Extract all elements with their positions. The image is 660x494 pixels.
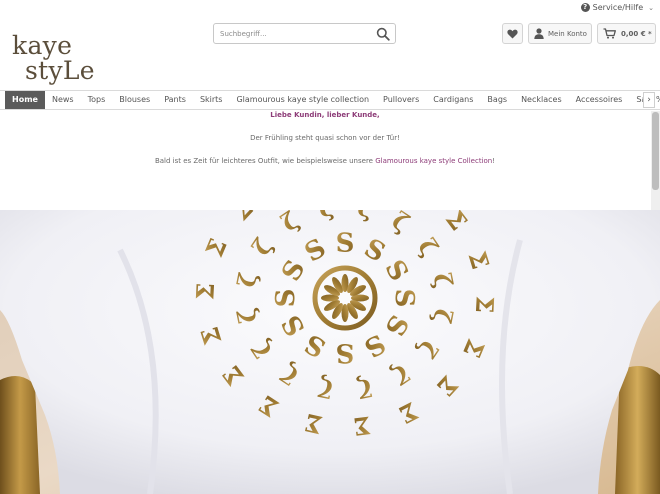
nav-item-home[interactable]: Home: [5, 91, 45, 109]
svg-text:S: S: [389, 289, 419, 308]
nav-item-necklaces[interactable]: Necklaces: [514, 91, 569, 109]
scrollbar-thumb[interactable]: [652, 112, 659, 190]
notice-line-2-suffix: !: [492, 157, 496, 165]
site-logo[interactable]: kaye styLe: [12, 33, 97, 83]
my-account-label: Mein Konto: [548, 29, 587, 38]
nav-item-tops[interactable]: Tops: [81, 91, 113, 109]
svg-text:S: S: [271, 289, 301, 308]
service-help-menu[interactable]: ? Service/Hilfe ⌄: [580, 3, 654, 12]
nav-item-pants[interactable]: Pants: [157, 91, 193, 109]
user-icon: [534, 28, 544, 39]
svg-text:Σ: Σ: [190, 282, 220, 300]
notice-greeting: Liebe Kundin, lieber Kunde,: [270, 111, 380, 119]
notice-scrollbar[interactable]: [651, 111, 660, 210]
svg-text:Σ: Σ: [470, 295, 500, 313]
svg-text:Σ: Σ: [352, 411, 372, 442]
nav-list: Home News Tops Blouses Pants Skirts Glamourous…: [5, 91, 660, 109]
cart-amount: 0,00 € *: [621, 29, 652, 38]
nav-item-glamourous-kaye-style-collection[interactable]: Glamourous kaye style collection: [229, 91, 376, 109]
nav-item-news[interactable]: News: [45, 91, 81, 109]
hero-banner-image[interactable]: SSSSSSSSSSSSζζζζζζζζζζζζζζζζΣΣΣΣΣΣΣΣΣΣΣΣ…: [0, 210, 660, 494]
heart-icon: [507, 29, 518, 38]
nav-item-cardigans[interactable]: Cardigans: [426, 91, 480, 109]
page: ? Service/Hilfe ⌄ kaye styLe Mein Konto: [0, 0, 660, 494]
svg-text:S: S: [336, 229, 355, 259]
search-box: [213, 23, 396, 44]
logo-line-1: kaye: [12, 31, 73, 60]
notice-line-2-prefix: Bald ist es Zeit für leichteres Outfit, …: [154, 157, 376, 165]
nav-item-blouses[interactable]: Blouses: [112, 91, 157, 109]
collection-link[interactable]: Glamourous kaye style Collection: [375, 157, 492, 165]
nav-item-accessoires[interactable]: Accessoires: [569, 91, 630, 109]
chevron-down-icon: ⌄: [648, 3, 654, 12]
search-icon[interactable]: [376, 27, 390, 41]
nav-item-bags[interactable]: Bags: [480, 91, 514, 109]
wishlist-button[interactable]: [502, 23, 523, 44]
nav-scroll-right-button[interactable]: ›: [643, 92, 655, 108]
service-help-label: Service/Hilfe: [592, 3, 644, 12]
svg-text:S: S: [336, 337, 355, 367]
main-navigation: Home News Tops Blouses Pants Skirts Glamourous…: [0, 90, 660, 110]
cart-button[interactable]: 0,00 € *: [597, 23, 656, 44]
search-input[interactable]: [214, 24, 374, 43]
nav-item-skirts[interactable]: Skirts: [193, 91, 230, 109]
notice-line-2: Bald ist es Zeit für leichteres Outfit, …: [0, 157, 650, 165]
cart-icon: [603, 28, 616, 39]
question-circle-icon: ?: [580, 3, 590, 12]
info-notice: Liebe Kundin, lieber Kunde, Der Frühling…: [0, 111, 650, 210]
logo-line-2: styLe: [25, 56, 95, 85]
hero-shirt-illustration: SSSSSSSSSSSSζζζζζζζζζζζζζζζζΣΣΣΣΣΣΣΣΣΣΣΣ…: [0, 210, 660, 494]
notice-line-1: Der Frühling steht quasi schon vor der T…: [250, 134, 400, 142]
nav-item-pullovers[interactable]: Pullovers: [376, 91, 426, 109]
my-account-button[interactable]: Mein Konto: [528, 23, 592, 44]
